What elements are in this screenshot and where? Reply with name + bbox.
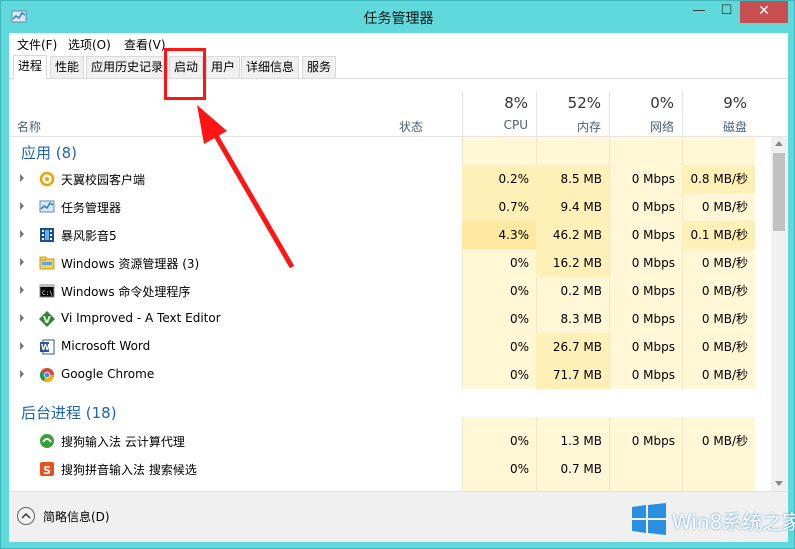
watermark-text: Win8系统之家 [672, 510, 795, 534]
annotation-arrow [197, 105, 295, 269]
windows-logo-icon [632, 503, 666, 535]
task-manager-window: 任务管理器 — ☐ ✕ 文件(F) 选项(O) 查看(V) 进程 性能 应用历史… [0, 0, 795, 549]
watermark: Win8系统之家 [632, 501, 795, 541]
